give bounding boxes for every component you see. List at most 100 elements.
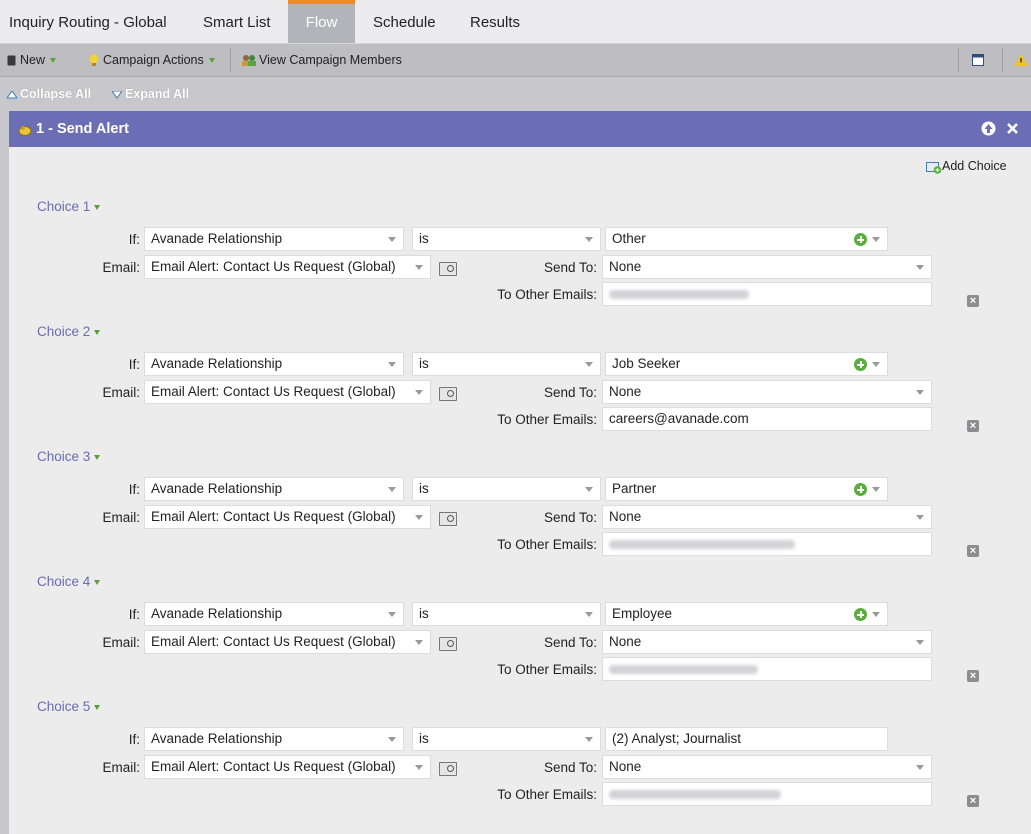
- to-other-emails-input[interactable]: [602, 282, 932, 306]
- add-choice-button[interactable]: Add Choice: [926, 159, 1007, 174]
- operator-select[interactable]: is: [412, 727, 601, 751]
- collapse-bar: Collapse All Expand All: [0, 77, 1031, 111]
- value-text: Job Seeker: [612, 356, 681, 371]
- operator-value: is: [419, 231, 429, 246]
- delete-choice-icon[interactable]: ×: [967, 295, 979, 307]
- warning-icon[interactable]: [1014, 54, 1028, 66]
- to-other-emails-input[interactable]: [602, 532, 932, 556]
- window-icon[interactable]: [972, 54, 984, 66]
- send-to-select[interactable]: None: [602, 380, 932, 404]
- attribute-select[interactable]: Avanade Relationship: [144, 352, 404, 376]
- email-select[interactable]: Email Alert: Contact Us Request (Global): [144, 755, 431, 779]
- delete-choice-icon[interactable]: ×: [967, 420, 979, 432]
- email-select[interactable]: Email Alert: Contact Us Request (Global): [144, 630, 431, 654]
- send-to-label: Send To:: [543, 760, 597, 775]
- to-other-emails-input[interactable]: [602, 657, 932, 681]
- to-other-emails-input[interactable]: careers@avanade.com: [602, 407, 932, 431]
- email-preview-icon[interactable]: [439, 262, 457, 276]
- collapse-icon: [6, 89, 18, 99]
- chevron-down-icon: [872, 237, 880, 242]
- chevron-down-icon: [916, 390, 924, 395]
- send-to-select[interactable]: None: [602, 505, 932, 529]
- tab-flow[interactable]: Flow: [288, 0, 355, 43]
- email-select[interactable]: Email Alert: Contact Us Request (Global): [144, 380, 431, 404]
- move-up-icon[interactable]: [981, 121, 996, 136]
- collapse-all-label: Collapse All: [20, 87, 92, 101]
- attribute-select[interactable]: Avanade Relationship: [144, 602, 404, 626]
- email-preview-icon[interactable]: [439, 512, 457, 526]
- value-text: Employee: [612, 606, 673, 621]
- view-campaign-members-button[interactable]: View Campaign Members: [241, 44, 402, 76]
- flow-step-panel: 1 - Send Alert Add Choice Choice 1 If: A…: [9, 111, 1031, 834]
- chevron-down-icon: [388, 362, 396, 367]
- chevron-down-icon: [94, 704, 101, 710]
- value-text: Partner: [612, 481, 657, 496]
- attribute-select[interactable]: Avanade Relationship: [144, 227, 404, 251]
- attribute-select[interactable]: Avanade Relationship: [144, 477, 404, 501]
- to-other-emails-input[interactable]: [602, 782, 932, 806]
- flow-step-header[interactable]: 1 - Send Alert: [9, 111, 1031, 147]
- close-icon[interactable]: [1006, 122, 1019, 135]
- chevron-down-icon: [388, 737, 396, 742]
- send-to-label: Send To:: [543, 385, 597, 400]
- value-select[interactable]: Employee: [605, 602, 888, 626]
- operator-select[interactable]: is: [412, 352, 601, 376]
- email-preview-icon[interactable]: [439, 387, 457, 401]
- email-preview-icon[interactable]: [439, 637, 457, 651]
- delete-choice-icon[interactable]: ×: [967, 795, 979, 807]
- chevron-down-icon: [585, 362, 593, 367]
- expand-all-button[interactable]: Expand All: [111, 77, 190, 111]
- value-select[interactable]: Partner: [605, 477, 888, 501]
- operator-select[interactable]: is: [412, 227, 601, 251]
- send-to-label: Send To:: [543, 510, 597, 525]
- choice-label-text: Choice 4: [37, 574, 91, 589]
- expand-all-label: Expand All: [125, 87, 190, 101]
- attribute-value: Avanade Relationship: [151, 481, 283, 496]
- operator-value: is: [419, 606, 429, 621]
- send-to-value: None: [609, 259, 642, 274]
- value-text: (2) Analyst; Journalist: [612, 731, 742, 746]
- delete-choice-icon[interactable]: ×: [967, 670, 979, 682]
- flow-step-title: 1 - Send Alert: [36, 121, 129, 137]
- choice-label[interactable]: Choice 1: [37, 199, 101, 214]
- attribute-value: Avanade Relationship: [151, 606, 283, 621]
- email-select[interactable]: Email Alert: Contact Us Request (Global): [144, 505, 431, 529]
- add-value-icon[interactable]: [854, 358, 867, 371]
- email-select[interactable]: Email Alert: Contact Us Request (Global): [144, 255, 431, 279]
- redacted-text: [609, 789, 781, 799]
- send-to-select[interactable]: None: [602, 255, 932, 279]
- value-select[interactable]: Job Seeker: [605, 352, 888, 376]
- operator-select[interactable]: is: [412, 602, 601, 626]
- tab-schedule[interactable]: Schedule: [373, 0, 436, 43]
- value-select[interactable]: Other: [605, 227, 888, 251]
- new-menu-button[interactable]: New: [7, 44, 57, 76]
- to-other-emails-label: To Other Emails:: [497, 287, 597, 302]
- tab-smart-list[interactable]: Smart List: [203, 0, 271, 43]
- alert-step-icon: [18, 126, 32, 136]
- choice-label-text: Choice 1: [37, 199, 91, 214]
- choice-label[interactable]: Choice 3: [37, 449, 101, 464]
- add-value-icon[interactable]: [854, 483, 867, 496]
- operator-select[interactable]: is: [412, 477, 601, 501]
- choice-label[interactable]: Choice 2: [37, 324, 101, 339]
- delete-choice-icon[interactable]: ×: [967, 545, 979, 557]
- tab-results[interactable]: Results: [470, 0, 520, 43]
- attribute-value: Avanade Relationship: [151, 231, 283, 246]
- collapse-all-button[interactable]: Collapse All: [6, 77, 92, 111]
- operator-value: is: [419, 481, 429, 496]
- send-to-select[interactable]: None: [602, 630, 932, 654]
- send-to-select[interactable]: None: [602, 755, 932, 779]
- add-value-icon[interactable]: [854, 233, 867, 246]
- attribute-value: Avanade Relationship: [151, 356, 283, 371]
- attribute-select[interactable]: Avanade Relationship: [144, 727, 404, 751]
- tab-campaign-name[interactable]: Inquiry Routing - Global: [9, 0, 167, 43]
- add-value-icon[interactable]: [854, 608, 867, 621]
- value-select[interactable]: (2) Analyst; Journalist: [605, 727, 888, 751]
- choice-label[interactable]: Choice 5: [37, 699, 101, 714]
- email-preview-icon[interactable]: [439, 762, 457, 776]
- choice-label-text: Choice 5: [37, 699, 91, 714]
- campaign-actions-menu-button[interactable]: Campaign Actions: [89, 44, 215, 76]
- redacted-text: [609, 539, 795, 549]
- tab-bar: Inquiry Routing - Global Smart List Flow…: [0, 0, 1031, 44]
- choice-label[interactable]: Choice 4: [37, 574, 101, 589]
